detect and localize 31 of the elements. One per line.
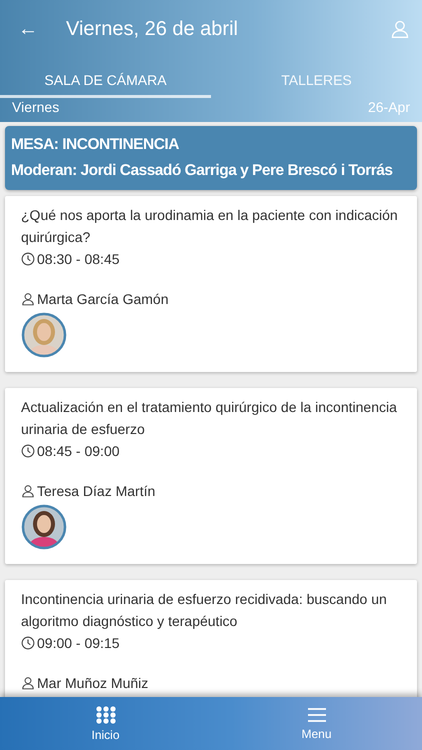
talk-time: 08:30 - 08:45 <box>37 250 120 269</box>
talk-card[interactable]: Actualización en el tratamiento quirúrgico de la incontinencia urinaria de esfuerzo 08:45 - 09:00 Teresa Díaz Martín <box>5 388 417 564</box>
talk-time: 09:00 - 09:15 <box>37 634 120 653</box>
nav-button[interactable]: Inicio <box>0 697 211 750</box>
speaker-name: Teresa Díaz Martín <box>37 482 156 501</box>
screen-title: Viernes, 26 de abril <box>66 18 239 40</box>
menu-icon <box>306 706 326 722</box>
speaker-name: Mar Muñoz Muñiz <box>37 674 148 693</box>
date-label: 26-Apr <box>368 98 410 116</box>
talk-card[interactable]: ¿Qué nos aporta la urodinamia en la paciente con indicación quirúrgica? 08:30 - 08:45 Marta García Gamón <box>5 196 417 372</box>
talk-time: 08:45 - 09:00 <box>37 442 120 461</box>
back-button[interactable]: ← <box>12 18 44 40</box>
person-icon <box>21 484 35 498</box>
tab[interactable]: SALA DE CÁMARA <box>0 64 211 98</box>
person-icon <box>390 19 410 39</box>
speaker-name: Marta García Gamón <box>37 290 168 309</box>
talk-title: ¿Qué nos aporta la urodinamia en la paciente con indicación quirúrgica? <box>21 206 399 247</box>
clock-icon <box>21 636 35 650</box>
clock-icon <box>21 252 35 266</box>
talk-card[interactable]: Incontinencia urinaria de esfuerzo recidivada: buscando un algoritmo diagnóstico y terapéutico 09:00 - 09:15 Mar Muñoz Muñiz <box>5 580 417 697</box>
day-label: Viernes <box>12 98 60 116</box>
talk-title: Actualización en el tratamiento quirúrgico de la incontinencia urinaria de esfuerzo <box>21 398 398 439</box>
moderators-text: Moderan: Jordi Cassadó Garriga y Pere Brescó i Torrás <box>11 161 394 181</box>
session-title: MESA: INCONTINENCIA <box>11 135 180 155</box>
person-icon <box>21 292 35 306</box>
nav-button[interactable]: Menu <box>211 697 422 750</box>
person-icon <box>21 676 35 690</box>
grid-icon <box>96 706 116 724</box>
profile-button[interactable] <box>390 19 410 39</box>
clock-icon <box>21 444 35 458</box>
talk-title: Incontinencia urinaria de esfuerzo recidivada: buscando un algoritmo diagnóstico y terapéutico <box>21 590 388 631</box>
